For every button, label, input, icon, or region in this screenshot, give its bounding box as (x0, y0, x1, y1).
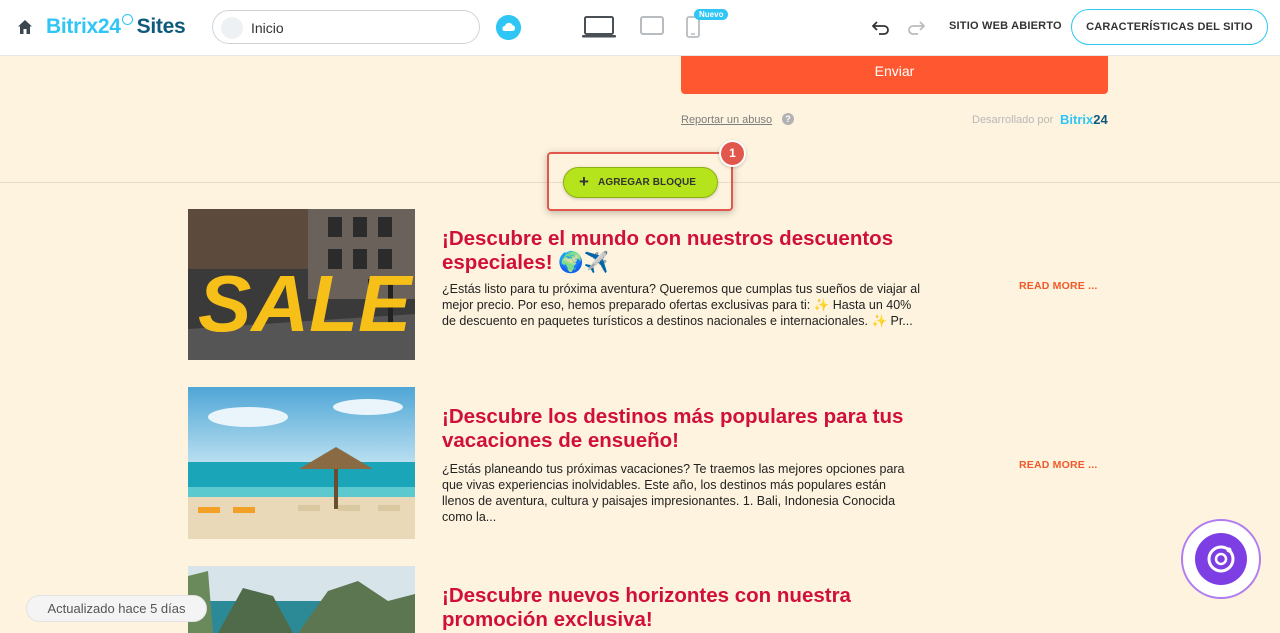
post-excerpt: ¿Estás listo para tu próxima aventura? Q… (442, 282, 921, 328)
powered-by-label: Desarrollado por (972, 114, 1054, 126)
logo-clock-icon (121, 14, 133, 25)
page-selector-value: Inicio (251, 20, 284, 36)
step-number-badge: 1 (719, 140, 746, 167)
open-site-link[interactable]: SITIO WEB ABIERTO (949, 20, 1062, 32)
post-title[interactable]: ¡Descubre los destinos más populares par… (442, 405, 922, 453)
copilot-icon (1195, 533, 1247, 585)
site-features-button[interactable]: CARACTERÍSTICAS DEL SITIO (1071, 9, 1268, 45)
undo-icon[interactable] (872, 19, 890, 35)
post-excerpt: ¿Estás planeando tus próximas vacaciones… (442, 462, 905, 524)
post-title[interactable]: ¡Descubre el mundo con nuestros descuent… (442, 227, 922, 275)
add-block-label: AGREGAR BLOQUE (598, 177, 697, 188)
home-icon[interactable] (16, 18, 34, 36)
powered-by-bitrix24-logo[interactable]: Bitrix24 (1060, 112, 1108, 127)
help-icon[interactable]: ? (782, 113, 794, 125)
cloud-icon[interactable] (496, 15, 521, 40)
report-abuse-link[interactable]: Reportar un abuso (681, 114, 772, 126)
coast-image (188, 566, 415, 633)
read-more-link[interactable]: READ MORE ... (1019, 459, 1097, 471)
page-selector[interactable]: Inicio (212, 10, 480, 44)
post-image-coast[interactable] (188, 566, 415, 633)
bitrix24-sites-logo[interactable]: Bitrix24 Sites (46, 14, 186, 39)
post-image-beach[interactable] (188, 387, 415, 539)
desktop-icon[interactable] (582, 15, 616, 39)
tablet-icon[interactable] (640, 16, 664, 36)
plus-icon: + (579, 172, 590, 191)
add-block-button[interactable]: + AGREGAR BLOQUE (563, 167, 718, 198)
post-image-sale[interactable]: SALE (188, 209, 415, 360)
read-more-link[interactable]: READ MORE ... (1019, 280, 1097, 292)
redo-icon[interactable] (907, 19, 925, 35)
new-badge: Nuevo (694, 9, 729, 20)
top-toolbar: Bitrix24 Sites Inicio Nuevo SITIO WEB ABI… (0, 0, 1280, 56)
copilot-assistant-button[interactable] (1181, 519, 1261, 599)
page-favicon-icon (221, 17, 243, 39)
post-title[interactable]: ¡Descubre nuevos horizontes con nuestra … (442, 584, 922, 632)
sale-street-image: SALE (188, 209, 415, 360)
svg-text:SALE: SALE (198, 259, 414, 348)
last-updated-badge: Actualizado hace 5 días (26, 595, 207, 622)
submit-button[interactable]: Enviar (681, 56, 1108, 94)
beach-image (188, 387, 415, 539)
